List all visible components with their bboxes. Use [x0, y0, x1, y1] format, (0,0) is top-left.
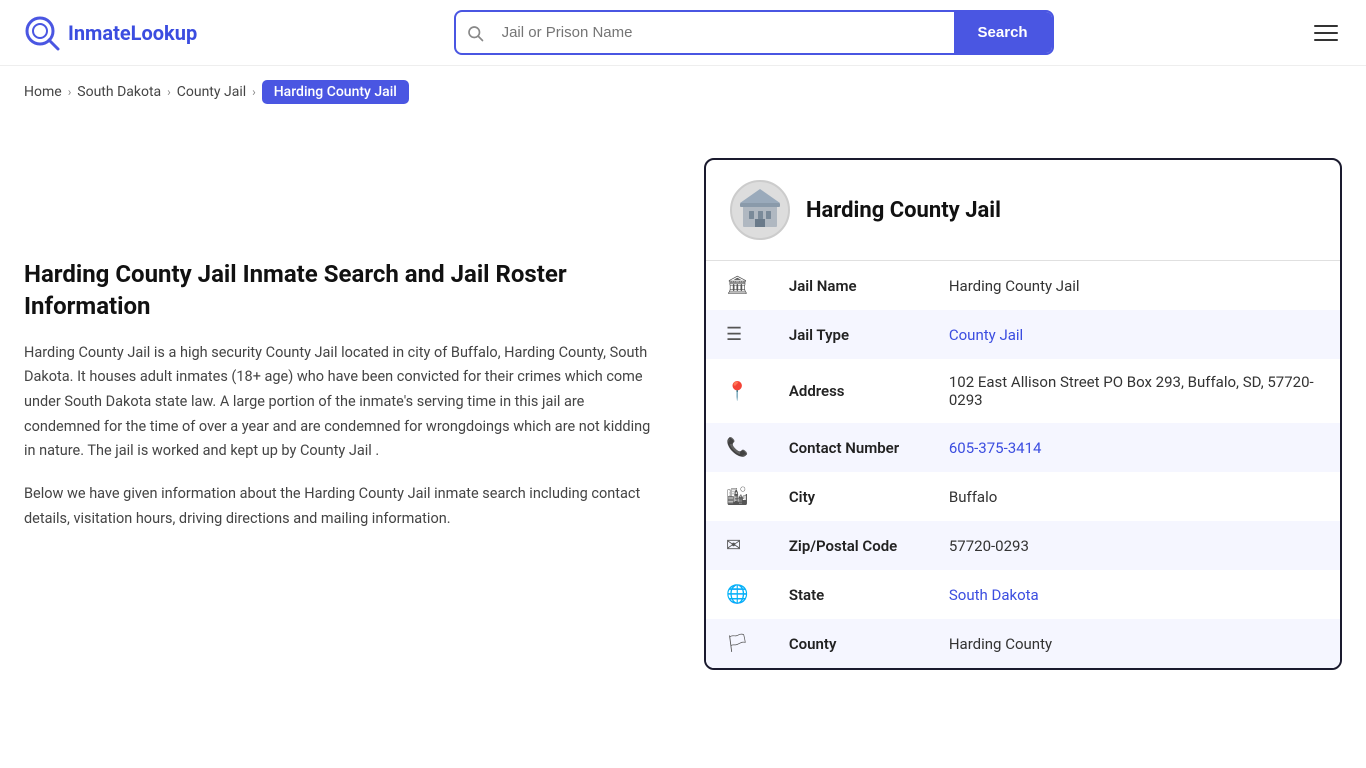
search-wrapper: Search [454, 10, 1054, 55]
row-icon: 🏙 [706, 472, 769, 521]
table-row: 📞Contact Number 605-375-3414 [706, 423, 1340, 472]
search-button[interactable]: Search [954, 12, 1052, 53]
table-row: ☰Jail Type County Jail [706, 310, 1340, 359]
description-1: Harding County Jail is a high security C… [24, 341, 664, 464]
info-card: Harding County Jail 🏛Jail NameHarding Co… [704, 158, 1342, 670]
breadcrumb: Home › South Dakota › County Jail › Hard… [0, 66, 1366, 118]
row-label: Address [769, 359, 929, 423]
row-value-link[interactable]: County Jail [949, 326, 1023, 344]
row-label: Jail Type [769, 310, 929, 359]
breadcrumb-chevron-3: › [252, 85, 256, 99]
info-table: 🏛Jail NameHarding County Jail☰Jail TypeC… [706, 261, 1340, 668]
breadcrumb-type[interactable]: County Jail [177, 84, 246, 100]
breadcrumb-current: Harding County Jail [262, 80, 409, 104]
table-row: 🏙CityBuffalo [706, 472, 1340, 521]
breadcrumb-chevron-2: › [167, 85, 171, 99]
site-header: InmateLookup Search [0, 0, 1366, 66]
right-column: Harding County Jail 🏛Jail NameHarding Co… [704, 138, 1342, 670]
table-row: 🏳CountyHarding County [706, 619, 1340, 668]
row-value: Buffalo [929, 472, 1340, 521]
main-content: Harding County Jail Inmate Search and Ja… [0, 118, 1366, 710]
row-label: Jail Name [769, 261, 929, 310]
row-label: State [769, 570, 929, 619]
row-value-link[interactable]: South Dakota [949, 586, 1039, 604]
search-icon [456, 24, 494, 42]
page-title: Harding County Jail Inmate Search and Ja… [24, 258, 664, 323]
jail-avatar [730, 180, 790, 240]
row-icon: ☰ [706, 310, 769, 359]
card-header: Harding County Jail [706, 160, 1340, 261]
row-value: Harding County Jail [929, 261, 1340, 310]
hamburger-line-1 [1314, 25, 1338, 27]
row-icon: 🏛 [706, 261, 769, 310]
breadcrumb-state[interactable]: South Dakota [77, 84, 161, 100]
row-value: 102 East Allison Street PO Box 293, Buff… [929, 359, 1340, 423]
table-row: 🌐State South Dakota [706, 570, 1340, 619]
row-label: Contact Number [769, 423, 929, 472]
row-value: 57720-0293 [929, 521, 1340, 570]
hamburger-line-3 [1314, 39, 1338, 41]
row-value[interactable]: South Dakota [929, 570, 1340, 619]
breadcrumb-chevron-1: › [68, 85, 72, 99]
logo-icon [24, 15, 60, 51]
row-icon: 🏳 [706, 619, 769, 668]
hamburger-line-2 [1314, 32, 1338, 34]
row-value: Harding County [929, 619, 1340, 668]
logo[interactable]: InmateLookup [24, 15, 197, 51]
search-input[interactable] [494, 14, 954, 51]
table-row: ✉Zip/Postal Code57720-0293 [706, 521, 1340, 570]
row-value[interactable]: 605-375-3414 [929, 423, 1340, 472]
row-label: City [769, 472, 929, 521]
row-label: County [769, 619, 929, 668]
row-icon: ✉ [706, 521, 769, 570]
card-title: Harding County Jail [806, 198, 1001, 223]
row-icon: 📞 [706, 423, 769, 472]
row-value[interactable]: County Jail [929, 310, 1340, 359]
row-value-link[interactable]: 605-375-3414 [949, 439, 1042, 457]
search-area: Search [454, 10, 1054, 55]
row-label: Zip/Postal Code [769, 521, 929, 570]
jail-building-icon [735, 185, 785, 235]
row-icon: 📍 [706, 359, 769, 423]
description-2: Below we have given information about th… [24, 482, 664, 531]
row-icon: 🌐 [706, 570, 769, 619]
breadcrumb-home[interactable]: Home [24, 84, 62, 100]
logo-text: InmateLookup [68, 21, 197, 45]
hamburger-menu[interactable] [1310, 21, 1342, 45]
left-column: Harding County Jail Inmate Search and Ja… [24, 138, 664, 670]
table-row: 📍Address102 East Allison Street PO Box 2… [706, 359, 1340, 423]
table-row: 🏛Jail NameHarding County Jail [706, 261, 1340, 310]
